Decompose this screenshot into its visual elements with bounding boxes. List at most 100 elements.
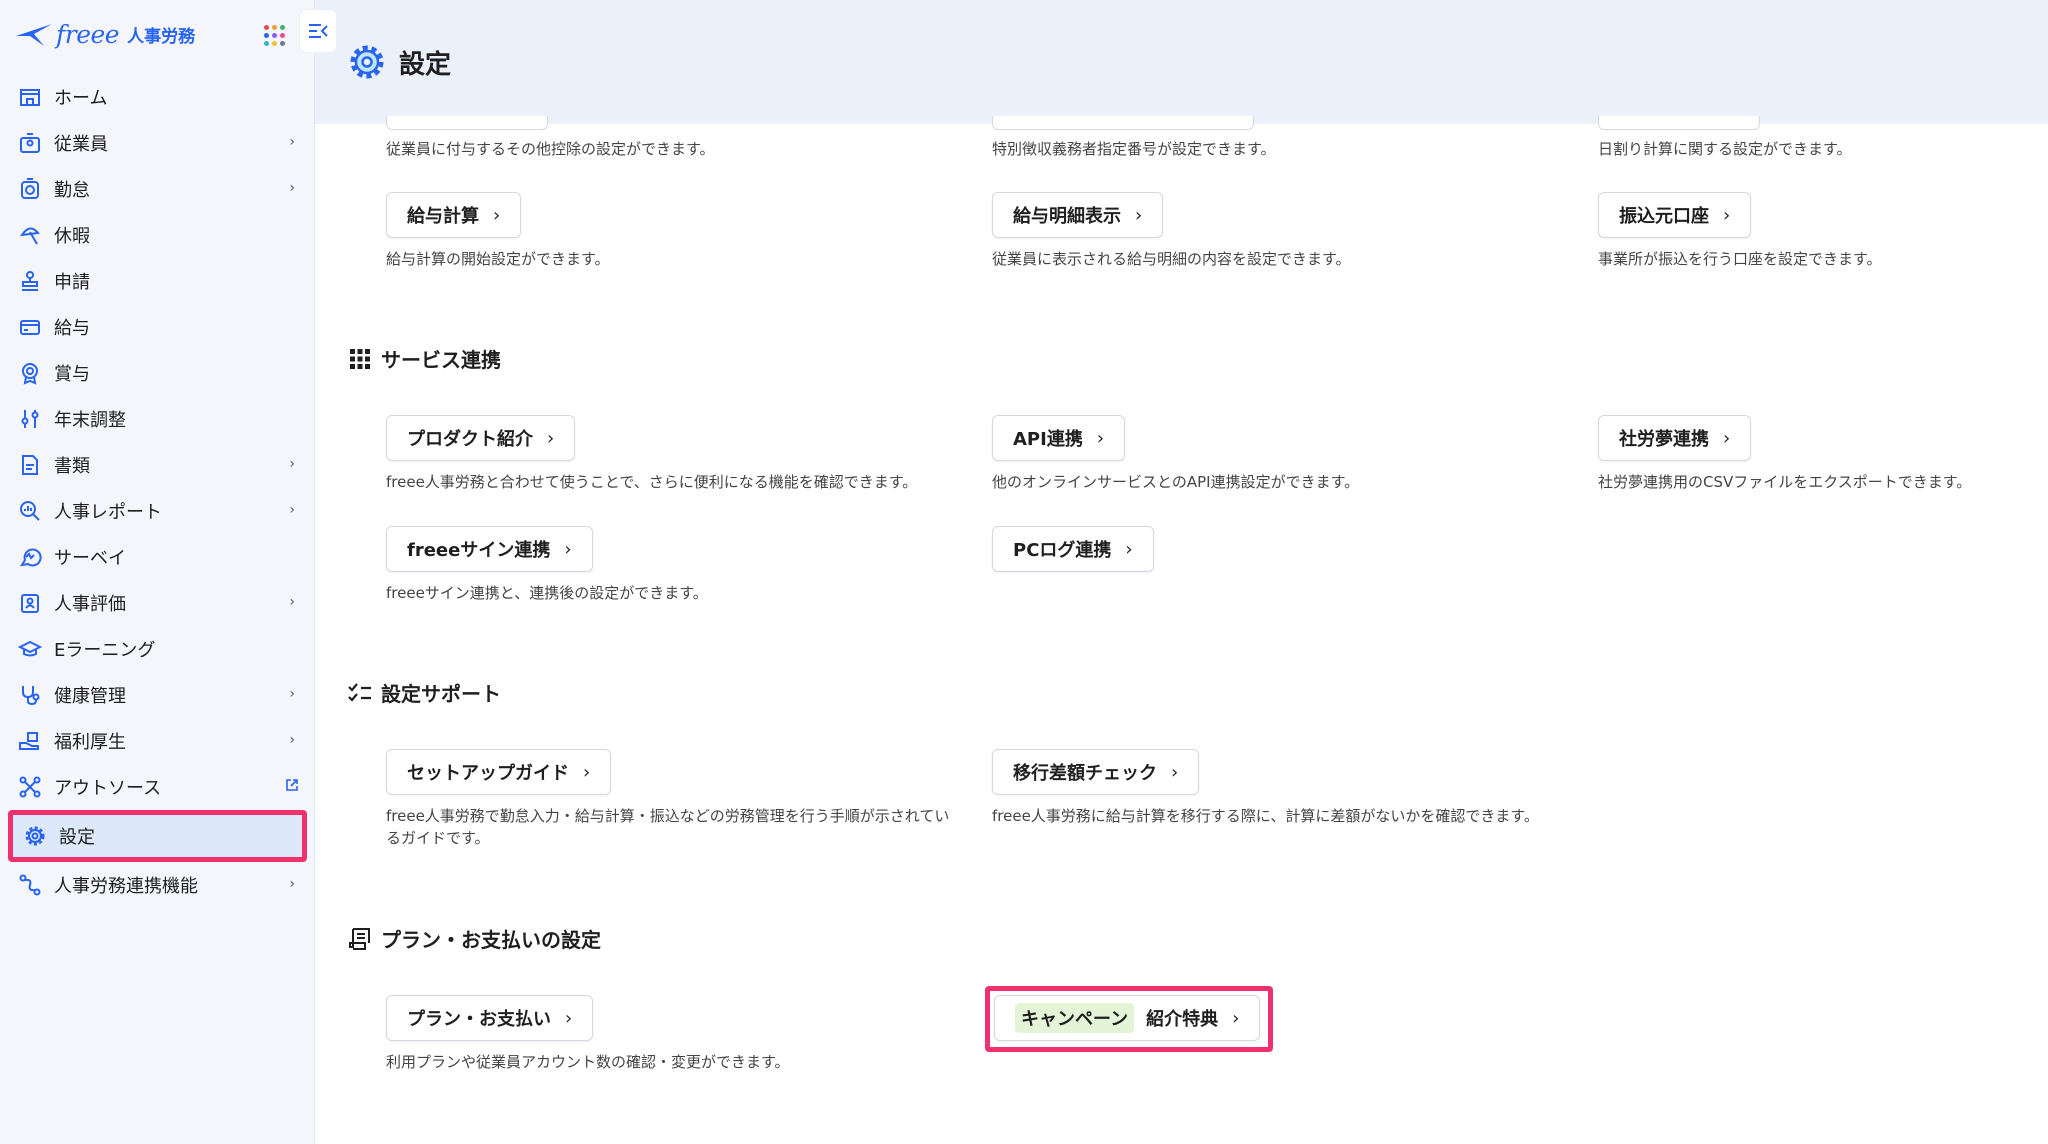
collapse-icon (309, 24, 328, 38)
plan-payment-button[interactable]: プラン・お支払い › (386, 995, 594, 1041)
attendance-icon (16, 175, 44, 203)
sidebar-item-label: Eラーニング (54, 640, 156, 661)
vacation-icon (16, 221, 44, 249)
button-label: freeeサイン連携 (407, 540, 551, 561)
product-intro-button[interactable]: プロダクト紹介 › (386, 415, 576, 461)
document-icon (16, 451, 44, 479)
chevron-right-icon: › (289, 594, 295, 610)
sidebar-item-hr-report[interactable]: 人事レポート › (0, 488, 315, 534)
chevron-right-icon: › (1171, 761, 1179, 783)
payslip-display-button[interactable]: 給与明細表示 › (992, 192, 1164, 238)
clipped-settings-button[interactable] (386, 116, 548, 130)
sidebar-item-outsource[interactable]: アウトソース (0, 764, 315, 810)
sharoumu-integration-button[interactable]: 社労夢連携 › (1598, 415, 1752, 461)
button-label: 振込元口座 (1619, 206, 1709, 227)
referral-benefit-button[interactable]: キャンペーン 紹介特典 › (994, 995, 1261, 1041)
grid-icon (347, 346, 373, 372)
sidebar-item-evaluation[interactable]: 人事評価 › (0, 580, 315, 626)
button-label: 給与明細表示 (1013, 206, 1121, 227)
section-title: プラン・お支払いの設定 (381, 928, 601, 952)
settings-content: 従業員に付与するその他控除の設定ができます。 特別徴収義務者指定番号が設定できま… (315, 116, 2048, 1144)
setting-description: 給与計算の開始設定ができます。 (386, 250, 610, 268)
chevron-right-icon: › (289, 732, 295, 748)
setting-description: 他のオンラインサービスとのAPI連携設定ができます。 (992, 473, 1360, 491)
chevron-right-icon: › (1723, 427, 1731, 449)
chevron-right-icon: › (289, 456, 295, 472)
sidebar-item-label: 年末調整 (54, 410, 126, 431)
sidebar-item-documents[interactable]: 書類 › (0, 442, 315, 488)
sidebar-item-label: 従業員 (54, 134, 108, 155)
chevron-right-icon: › (493, 204, 501, 226)
sidebar-item-year-end[interactable]: 年末調整 (0, 396, 315, 442)
setting-description: 特別徴収義務者指定番号が設定できます。 (992, 140, 1276, 158)
sidebar-item-label: ホーム (54, 88, 108, 109)
sidebar-item-label: 人事レポート (54, 502, 162, 523)
gear-icon (350, 45, 384, 79)
brand-name: freee (56, 19, 120, 49)
payroll-calc-button[interactable]: 給与計算 › (386, 192, 522, 238)
elearning-icon (16, 635, 44, 663)
checklist-icon (347, 680, 373, 706)
chevron-right-icon: › (583, 761, 591, 783)
sidebar-item-request[interactable]: 申請 (0, 258, 315, 304)
sidebar-item-label: アウトソース (54, 778, 162, 799)
sidebar-item-attendance[interactable]: 勤怠 › (0, 166, 315, 212)
sidebar-item-home[interactable]: ホーム (0, 74, 315, 120)
collapse-sidebar-button[interactable] (300, 10, 336, 52)
sidebar-item-label: 勤怠 (54, 180, 90, 201)
button-label: プロダクト紹介 (407, 429, 533, 450)
section-service-integration: サービス連携 (347, 344, 501, 373)
sidebar-item-label: 設定 (59, 827, 95, 848)
api-integration-button[interactable]: API連携 › (992, 415, 1126, 461)
button-label: PCログ連携 (1013, 540, 1112, 561)
sidebar-item-health[interactable]: 健康管理 › (0, 672, 315, 718)
sidebar-item-vacation[interactable]: 休暇 (0, 212, 315, 258)
button-label: 紹介特典 (1146, 1009, 1219, 1030)
receipt-icon (347, 926, 373, 952)
setting-description: るガイドです。 (386, 829, 490, 847)
sidebar-item-settings[interactable]: 設定 (8, 810, 307, 862)
migration-diff-check-button[interactable]: 移行差額チェック › (992, 749, 1200, 795)
sidebar-item-employee[interactable]: 従業員 › (0, 120, 315, 166)
sidebar-item-label: 福利厚生 (54, 732, 126, 753)
sidebar-item-label: 書類 (54, 456, 90, 477)
setup-guide-button[interactable]: セットアップガイド › (386, 749, 612, 795)
pc-log-integration-button[interactable]: PCログ連携 › (992, 526, 1154, 572)
page-title: 設定 (399, 49, 452, 80)
chevron-right-icon: › (1232, 1007, 1240, 1029)
setting-description: 社労夢連携用のCSVファイルをエクスポートできます。 (1598, 473, 1972, 491)
sidebar-item-welfare[interactable]: 福利厚生 › (0, 718, 315, 764)
setting-description: 従業員に付与するその他控除の設定ができます。 (386, 140, 715, 158)
page-header: 設定 (315, 0, 2048, 124)
external-link-icon (285, 777, 299, 796)
sidebar-item-survey[interactable]: サーベイ (0, 534, 315, 580)
clipped-settings-button[interactable] (1598, 116, 1760, 130)
brand-logo[interactable]: freee 人事労務 (14, 14, 195, 54)
sidebar-item-label: 申請 (54, 272, 90, 293)
app-switcher-icon[interactable] (260, 20, 286, 46)
section-plan-payment: プラン・お支払いの設定 (347, 924, 601, 953)
clipped-settings-button[interactable] (992, 116, 1254, 130)
transfer-account-button[interactable]: 振込元口座 › (1598, 192, 1752, 238)
gear-icon (21, 822, 49, 850)
setting-description: 日割り計算に関する設定ができます。 (1598, 140, 1852, 158)
brand-product: 人事労務 (127, 26, 196, 47)
freee-sign-integration-button[interactable]: freeeサイン連携 › (386, 526, 593, 572)
sidebar-item-payroll[interactable]: 給与 (0, 304, 315, 350)
health-icon (16, 681, 44, 709)
sidebar-item-label: 賞与 (54, 364, 90, 385)
button-label: プラン・お支払い (407, 1009, 551, 1030)
bird-logo-icon (16, 24, 52, 46)
sidebar-item-integration[interactable]: 人事労務連携機能 › (0, 862, 315, 908)
sidebar-item-bonus[interactable]: 賞与 (0, 350, 315, 396)
sidebar: freee 人事労務 ホーム 従業員 › 勤怠 › 休暇 申請 給与 賞与 年末… (0, 0, 336, 1144)
button-label: API連携 (1013, 429, 1083, 450)
chevron-right-icon: › (289, 686, 295, 702)
sidebar-item-elearning[interactable]: Eラーニング (0, 626, 315, 672)
setting-description: freeeサイン連携と、連携後の設定ができます。 (386, 584, 708, 602)
chevron-right-icon: › (1723, 204, 1731, 226)
link-icon (16, 871, 44, 899)
chevron-right-icon: › (565, 1007, 573, 1029)
report-icon (16, 497, 44, 525)
section-title: サービス連携 (381, 348, 501, 372)
